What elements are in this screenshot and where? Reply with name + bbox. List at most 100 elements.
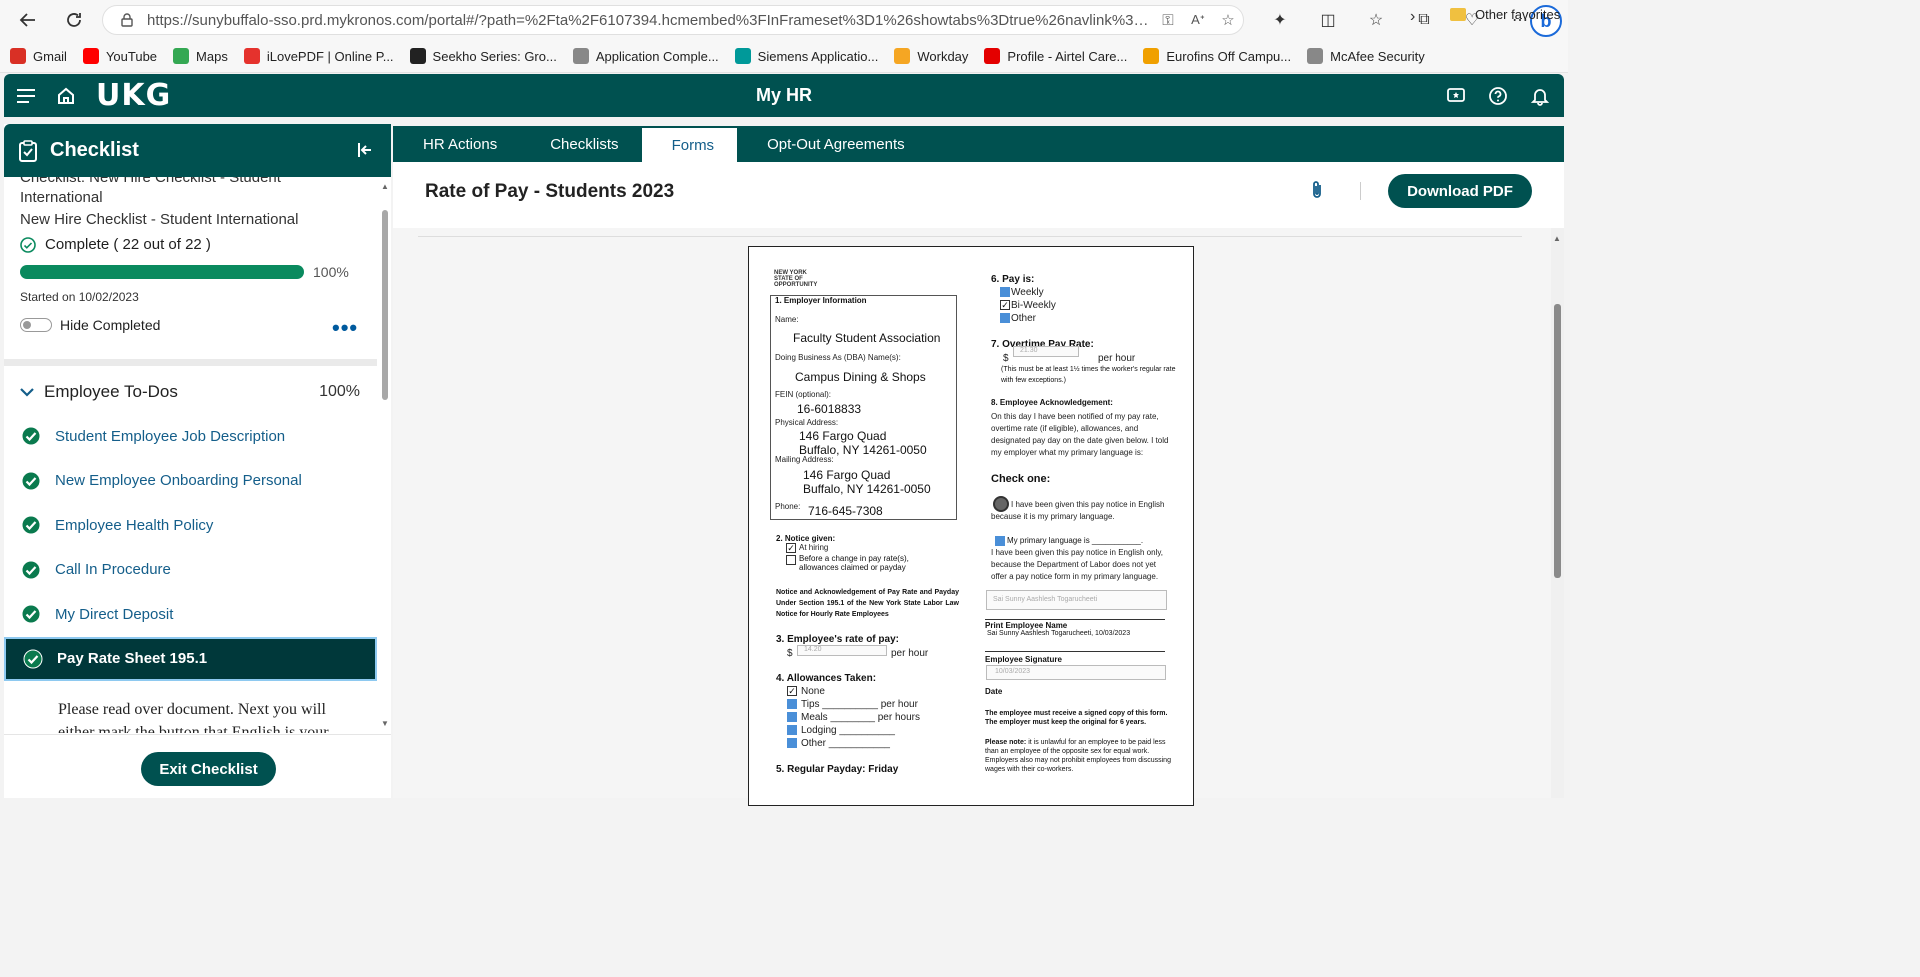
checklist-name: Checklist: New Hire Checklist - Student …	[20, 177, 281, 206]
folder-icon	[1450, 8, 1466, 21]
mailing-address-label: Mailing Address:	[775, 455, 834, 464]
chevron-right-icon[interactable]: ›	[1410, 8, 1415, 26]
dba-value: Campus Dining & Shops	[795, 370, 926, 384]
favorite-link[interactable]: Profile - Airtel Care...	[984, 48, 1127, 64]
favorite-link[interactable]: Application Comple...	[572, 48, 719, 64]
back-icon[interactable]	[10, 2, 46, 38]
check-circle-icon	[21, 560, 41, 580]
checklist-item[interactable]: Pay Rate Sheet 195.1	[4, 636, 377, 681]
scroll-up-icon[interactable]: ▲	[1553, 234, 1561, 243]
favorite-link[interactable]: McAfee Security	[1307, 48, 1425, 64]
favorite-link[interactable]: Seekho Series: Gro...	[409, 48, 557, 64]
other-favorites[interactable]: Other favorites	[1450, 7, 1560, 22]
checklist-item[interactable]: Call In Procedure	[4, 548, 377, 592]
favorite-link[interactable]: Siemens Applicatio...	[734, 48, 878, 64]
favicon-icon	[10, 48, 26, 64]
help-icon[interactable]	[1488, 86, 1508, 106]
ukg-logo[interactable]: UKG	[96, 78, 171, 113]
section-6-title: 6. Pay is:	[991, 274, 1035, 285]
footer-note-2: Please note: it is unlawful for an emplo…	[985, 738, 1171, 774]
check-circle-icon	[20, 236, 36, 253]
key-icon[interactable]: ⚿	[1153, 6, 1183, 34]
per-hour-label: per hour	[1098, 353, 1136, 364]
checklist-item-label: Pay Rate Sheet 195.1	[57, 650, 208, 667]
collections-icon[interactable]: ⧉	[1400, 2, 1448, 38]
extensions-icon[interactable]: ✦	[1256, 2, 1304, 38]
document-viewer[interactable]: NEW YORK STATE OF OPPORTUNITY 1. Employe…	[393, 228, 1551, 806]
rate-field: 14.20	[797, 645, 887, 656]
overtime-note: (This must be at least 1½ times the work…	[1001, 366, 1176, 384]
checklist-item[interactable]: Student Employee Job Description	[4, 414, 377, 458]
favicon-icon	[984, 48, 1001, 64]
star-icon[interactable]: ☆	[1213, 6, 1243, 34]
favorite-link[interactable]: YouTube	[82, 48, 157, 64]
tab-opt-out-agreements[interactable]: Opt-Out Agreements	[737, 126, 928, 162]
phone-label: Phone:	[775, 502, 801, 511]
complete-text: Complete ( 22 out of 22 )	[45, 236, 211, 253]
browser-toolbar: https://sunybuffalo-sso.prd.mykronos.com…	[0, 0, 1568, 40]
employee-todos-section[interactable]: Employee To-Dos 100%	[20, 382, 360, 402]
bell-icon[interactable]	[1530, 86, 1550, 106]
chevron-down-icon	[20, 387, 34, 397]
employer-name: Faculty Student Association	[793, 331, 941, 345]
hide-completed-toggle[interactable]	[20, 318, 52, 332]
checklist-item-label: Employee Health Policy	[55, 516, 214, 534]
physical-address-line1: 146 Fargo Quad	[799, 429, 887, 443]
favicon-icon	[243, 48, 260, 64]
read-aloud-icon[interactable]: Aᐩ	[1183, 6, 1213, 34]
paperclip-icon[interactable]	[1310, 180, 1324, 200]
url-text[interactable]: https://sunybuffalo-sso.prd.mykronos.com…	[147, 12, 1153, 29]
favicon-icon	[409, 48, 426, 64]
footer-note-2-bold: Please note:	[985, 739, 1027, 746]
split-screen-icon[interactable]: ◫	[1304, 2, 1352, 38]
favorite-link[interactable]: Workday	[894, 48, 968, 64]
section-1-title: 1. Employer Information	[775, 296, 867, 305]
favorite-link[interactable]: Maps	[173, 48, 228, 64]
scrollbar-thumb[interactable]	[1554, 304, 1561, 578]
favorite-link[interactable]: iLovePDF | Online P...	[243, 48, 394, 64]
dba-label: Doing Business As (DBA) Name(s):	[775, 353, 901, 362]
lodging-checkbox	[787, 725, 797, 735]
allowance-lodging: Lodging __________	[801, 725, 895, 736]
favorite-label: Application Comple...	[595, 48, 719, 64]
favorite-link[interactable]: Eurofins Off Campu...	[1143, 48, 1291, 64]
checklist-item[interactable]: New Employee Onboarding Personal	[4, 459, 377, 503]
checklist-scroll-area[interactable]: Checklist: New Hire Checklist - Student …	[4, 177, 379, 733]
favicon-icon	[734, 48, 751, 64]
complete-status: Complete ( 22 out of 22 )	[20, 236, 211, 253]
favorite-link[interactable]: Gmail	[10, 48, 67, 64]
progress-bar	[20, 265, 304, 279]
download-pdf-button[interactable]: Download PDF	[1388, 174, 1532, 208]
at-hiring-checkbox: ✓	[786, 543, 796, 553]
favorites-icon[interactable]: ☆	[1352, 2, 1400, 38]
scroll-up-icon[interactable]: ▲	[381, 182, 389, 191]
section-3-title: 3. Employee's rate of pay:	[776, 634, 899, 645]
more-options-icon[interactable]: •••	[332, 315, 358, 341]
scroll-down-icon[interactable]: ▼	[381, 719, 389, 728]
favicon-icon	[572, 48, 589, 64]
exit-checklist-button[interactable]: Exit Checklist	[141, 752, 276, 786]
mailing-address-line1: 146 Fargo Quad	[803, 468, 891, 482]
menu-icon[interactable]	[16, 88, 38, 104]
started-date: Started on 10/02/2023	[20, 290, 139, 304]
collapse-panel-icon[interactable]	[357, 142, 373, 158]
document-scrollbar[interactable]: ▲	[1551, 228, 1564, 798]
address-bar[interactable]: https://sunybuffalo-sso.prd.mykronos.com…	[102, 5, 1244, 35]
refresh-icon[interactable]	[56, 2, 92, 38]
hide-completed-row: Hide Completed	[20, 317, 160, 333]
favicon-icon	[1143, 48, 1160, 64]
scrollbar-thumb[interactable]	[382, 210, 388, 400]
per-hour-label: per hour	[891, 648, 929, 659]
checklist-item[interactable]: My Direct Deposit	[4, 592, 377, 636]
checklist-item[interactable]: Employee Health Policy	[4, 503, 377, 547]
allowance-other: Other ___________	[801, 738, 890, 749]
sidebar-scrollbar[interactable]: ▲ ▼	[380, 177, 390, 733]
allowance-tips: Tips __________ per hour	[801, 699, 918, 710]
divider	[4, 359, 377, 366]
feedback-icon[interactable]	[1446, 86, 1466, 106]
tab-forms[interactable]: Forms	[641, 126, 738, 162]
signature-value: Sai Sunny Aashlesh Togarucheeti, 10/03/2…	[987, 630, 1131, 637]
tab-hr-actions[interactable]: HR Actions	[393, 126, 520, 162]
home-icon[interactable]	[56, 86, 76, 106]
tab-checklists[interactable]: Checklists	[520, 126, 641, 162]
